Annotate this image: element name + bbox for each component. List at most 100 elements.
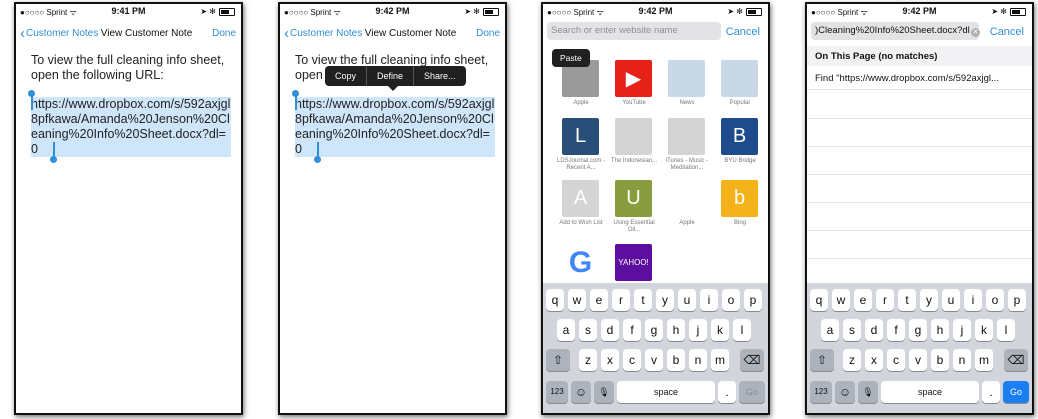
key-k[interactable]: k: [975, 319, 993, 341]
key-m[interactable]: m: [975, 349, 993, 371]
favorite-tile[interactable]: G: [562, 244, 599, 281]
favorite-tile[interactable]: [668, 118, 705, 155]
emoji-icon[interactable]: ☺: [571, 381, 591, 403]
key-t[interactable]: t: [898, 289, 916, 311]
key-u[interactable]: u: [942, 289, 960, 311]
key-y[interactable]: y: [656, 289, 674, 311]
key-m[interactable]: m: [711, 349, 729, 371]
period-key[interactable]: .: [718, 381, 736, 403]
find-on-page-row[interactable]: Find "https://www.dropbox.com/s/592axjgl…: [807, 68, 1032, 90]
key-l[interactable]: l: [733, 319, 751, 341]
key-b[interactable]: b: [931, 349, 949, 371]
space-bar[interactable]: space: [881, 381, 979, 403]
key-a[interactable]: a: [821, 319, 839, 341]
favorite-tile[interactable]: [668, 180, 705, 217]
key-i[interactable]: i: [700, 289, 718, 311]
key-y[interactable]: y: [920, 289, 938, 311]
favorite-tile[interactable]: b: [721, 180, 758, 217]
key-u[interactable]: u: [678, 289, 696, 311]
key-b[interactable]: b: [667, 349, 685, 371]
key-x[interactable]: x: [601, 349, 619, 371]
numbers-key[interactable]: 123: [546, 381, 568, 403]
key-w[interactable]: w: [832, 289, 850, 311]
address-field[interactable]: )Cleaning%20Info%20Sheet.docx?dl: [811, 22, 979, 40]
key-z[interactable]: z: [579, 349, 597, 371]
done-button[interactable]: Done: [212, 28, 236, 39]
selected-url-text[interactable]: https://www.dropbox.com/s/592axjgl8pfkaw…: [31, 97, 231, 157]
key-n[interactable]: n: [689, 349, 707, 371]
key-k[interactable]: k: [711, 319, 729, 341]
key-d[interactable]: d: [601, 319, 619, 341]
microphone-icon[interactable]: 🎙: [594, 381, 614, 403]
key-a[interactable]: a: [557, 319, 575, 341]
key-v[interactable]: v: [909, 349, 927, 371]
key-g[interactable]: g: [645, 319, 663, 341]
selected-url-text[interactable]: https://www.dropbox.com/s/592axjgl8pfkaw…: [295, 97, 495, 157]
key-r[interactable]: r: [876, 289, 894, 311]
key-q[interactable]: q: [810, 289, 828, 311]
selection-end-handle[interactable]: [50, 156, 57, 163]
key-e[interactable]: e: [854, 289, 872, 311]
favorite-tile[interactable]: L: [562, 118, 599, 155]
clear-text-icon[interactable]: ✕: [971, 28, 980, 37]
delete-key[interactable]: ⌫: [740, 349, 764, 371]
key-t[interactable]: t: [634, 289, 652, 311]
address-field[interactable]: Search or enter website name: [547, 22, 721, 40]
space-bar[interactable]: space: [617, 381, 715, 403]
key-z[interactable]: z: [843, 349, 861, 371]
shift-key[interactable]: ⇧: [810, 349, 834, 371]
copy-button[interactable]: Copy: [325, 66, 368, 86]
key-c[interactable]: c: [887, 349, 905, 371]
key-j[interactable]: j: [689, 319, 707, 341]
favorite-tile[interactable]: [668, 60, 705, 97]
numbers-key[interactable]: 123: [810, 381, 832, 403]
favorite-tile[interactable]: [615, 118, 652, 155]
key-d[interactable]: d: [865, 319, 883, 341]
key-x[interactable]: x: [865, 349, 883, 371]
key-p[interactable]: p: [1008, 289, 1026, 311]
key-l[interactable]: l: [997, 319, 1015, 341]
edit-menu-arrow: [388, 86, 398, 91]
key-h[interactable]: h: [667, 319, 685, 341]
selection-end-handle[interactable]: [314, 156, 321, 163]
cancel-button[interactable]: Cancel: [726, 26, 760, 38]
key-s[interactable]: s: [579, 319, 597, 341]
key-w[interactable]: w: [568, 289, 586, 311]
favorite-label: Add to Wish List: [559, 220, 603, 226]
key-i[interactable]: i: [964, 289, 982, 311]
cancel-button[interactable]: Cancel: [990, 26, 1024, 38]
key-c[interactable]: c: [623, 349, 641, 371]
microphone-icon[interactable]: 🎙: [858, 381, 878, 403]
key-e[interactable]: e: [590, 289, 608, 311]
favorite-tile[interactable]: YAHOO!: [615, 244, 652, 281]
favorite-tile[interactable]: A: [562, 180, 599, 217]
key-o[interactable]: o: [986, 289, 1004, 311]
key-v[interactable]: v: [645, 349, 663, 371]
delete-key[interactable]: ⌫: [1004, 349, 1028, 371]
key-g[interactable]: g: [909, 319, 927, 341]
favorite-tile[interactable]: U: [615, 180, 652, 217]
key-n[interactable]: n: [953, 349, 971, 371]
key-p[interactable]: p: [744, 289, 762, 311]
favorite-tile[interactable]: [721, 60, 758, 97]
done-button[interactable]: Done: [476, 28, 500, 39]
paste-button[interactable]: Paste: [552, 49, 590, 67]
key-h[interactable]: h: [931, 319, 949, 341]
define-button[interactable]: Define: [367, 66, 415, 86]
share-button[interactable]: Share...: [414, 66, 466, 86]
go-button[interactable]: Go: [1003, 381, 1029, 403]
key-r[interactable]: r: [612, 289, 630, 311]
go-button[interactable]: Go: [739, 381, 765, 403]
key-s[interactable]: s: [843, 319, 861, 341]
key-o[interactable]: o: [722, 289, 740, 311]
key-j[interactable]: j: [953, 319, 971, 341]
emoji-icon[interactable]: ☺: [835, 381, 855, 403]
period-key[interactable]: .: [982, 381, 1000, 403]
battery-icon: [219, 7, 235, 16]
key-q[interactable]: q: [546, 289, 564, 311]
shift-key[interactable]: ⇧: [546, 349, 570, 371]
favorite-tile[interactable]: ▶: [615, 60, 652, 97]
key-f[interactable]: f: [887, 319, 905, 341]
favorite-tile[interactable]: B: [721, 118, 758, 155]
key-f[interactable]: f: [623, 319, 641, 341]
